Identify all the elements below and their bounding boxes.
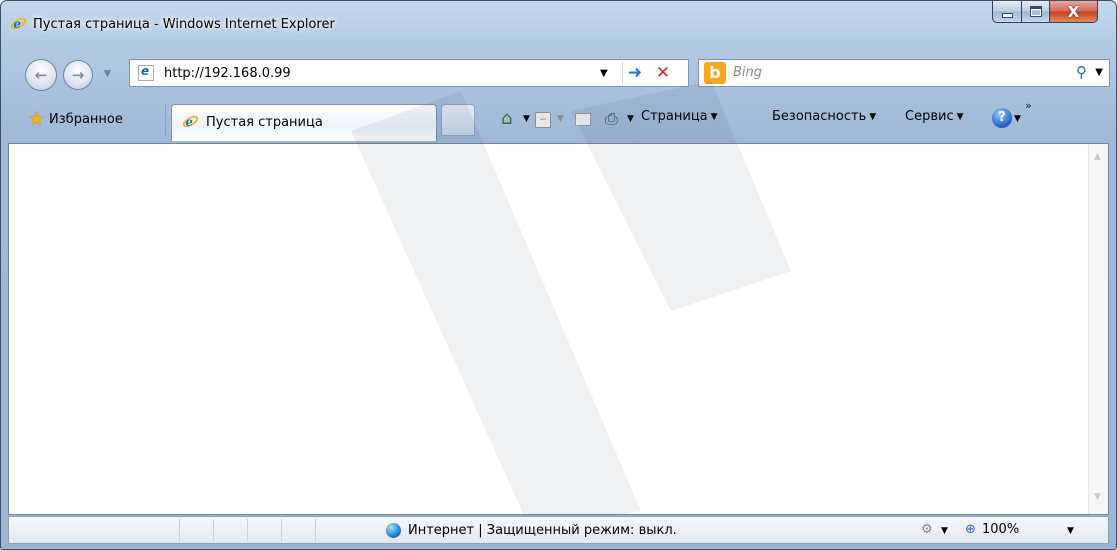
minimize-icon	[1001, 13, 1013, 18]
protected-mode-dropdown-icon[interactable]: ▼	[941, 526, 948, 536]
help-dropdown-icon[interactable]: ▼	[1014, 114, 1021, 124]
star-icon: ★	[28, 108, 46, 130]
chevron-down-icon: ▼	[869, 112, 877, 122]
new-tab-button[interactable]	[441, 104, 475, 136]
tab-blank-page[interactable]: e Пустая страница	[171, 104, 437, 141]
toolbar-overflow-icon[interactable]: »	[1025, 99, 1032, 112]
maximize-icon	[1029, 6, 1042, 17]
security-zone-text[interactable]: Интернет | Защищенный режим: выкл.	[408, 523, 677, 538]
tools-menu[interactable]: Сервис ▼	[905, 109, 964, 124]
scroll-down-icon[interactable]: ▼	[1094, 492, 1101, 502]
address-bar[interactable]: e http://192.168.0.99 ▼ ➜ ✕	[129, 59, 689, 87]
rss-feed-icon[interactable]: ∽	[535, 112, 551, 128]
svg-text:e: e	[185, 115, 193, 129]
page-icon: e	[138, 64, 154, 81]
internet-explorer-icon: e	[10, 17, 27, 31]
rss-dropdown-icon[interactable]: ▼	[557, 114, 564, 124]
status-cell	[282, 519, 316, 541]
search-box[interactable]: b Bing ⚲ ▼	[698, 59, 1110, 87]
search-input[interactable]: Bing	[733, 65, 762, 80]
history-dropdown-icon[interactable]: ▼	[104, 69, 111, 79]
minimize-button[interactable]	[992, 1, 1022, 23]
arrow-left-icon: ←	[34, 66, 48, 84]
globe-icon	[386, 523, 401, 538]
maximize-button[interactable]	[1022, 1, 1050, 23]
arrow-right-icon: →	[71, 66, 85, 84]
window-title: Пустая страница - Windows Internet Explo…	[33, 17, 335, 32]
search-icon[interactable]: ⚲	[1076, 63, 1087, 81]
zoom-level[interactable]: 100%	[982, 522, 1019, 537]
security-menu[interactable]: Безопасность ▼	[772, 109, 876, 124]
help-icon[interactable]: ?	[992, 108, 1012, 128]
print-icon[interactable]: ⎙	[605, 109, 618, 129]
svg-text:e: e	[13, 17, 21, 31]
caption-buttons: X	[992, 1, 1110, 23]
address-dropdown-icon[interactable]: ▼	[600, 68, 608, 79]
browser-window: e Пустая страница - Windows Internet Exp…	[0, 0, 1117, 550]
page-menu[interactable]: Страница ▼	[641, 109, 718, 124]
favorites-button[interactable]: ★ Избранное	[28, 108, 123, 130]
page-content[interactable]: ▲ ▼	[8, 143, 1109, 515]
print-dropdown-icon[interactable]: ▼	[627, 114, 634, 124]
stop-button[interactable]: ✕	[650, 62, 676, 84]
vertical-scrollbar[interactable]: ▲ ▼	[1088, 144, 1108, 514]
chevron-down-icon: ▼	[956, 112, 964, 122]
tools-menu-label: Сервис	[905, 109, 954, 124]
page-menu-label: Страница	[641, 109, 708, 124]
mail-icon[interactable]	[575, 113, 591, 126]
status-bar: Интернет | Защищенный режим: выкл. ⚙ ▼ ⊕…	[8, 516, 1109, 544]
address-input[interactable]: http://192.168.0.99	[164, 66, 291, 81]
go-button[interactable]: ➜	[622, 62, 647, 84]
favorites-label: Избранное	[49, 111, 123, 127]
close-button[interactable]: X	[1050, 1, 1098, 23]
title-bar[interactable]: e Пустая страница - Windows Internet Exp…	[1, 1, 1116, 41]
status-cell	[180, 519, 214, 541]
internet-explorer-icon: e	[182, 115, 199, 129]
scroll-up-icon[interactable]: ▲	[1094, 152, 1101, 162]
chevron-down-icon: ▼	[710, 112, 718, 122]
forward-button[interactable]: →	[63, 60, 93, 90]
bing-logo-icon: b	[704, 62, 726, 84]
security-menu-label: Безопасность	[772, 109, 867, 124]
tab-label: Пустая страница	[206, 115, 323, 130]
search-dropdown-icon[interactable]: ▼	[1095, 67, 1103, 78]
status-cell	[248, 519, 282, 541]
status-cell	[9, 519, 180, 541]
close-icon: X	[1067, 2, 1080, 21]
toolbar-divider	[165, 104, 166, 136]
status-cell	[214, 519, 248, 541]
home-dropdown-icon[interactable]: ▼	[523, 114, 530, 124]
zoom-dropdown-icon[interactable]: ▼	[1067, 526, 1074, 536]
protected-mode-icon[interactable]: ⚙	[921, 522, 933, 537]
zoom-icon[interactable]: ⊕	[965, 522, 976, 537]
home-icon[interactable]: ⌂	[501, 108, 512, 129]
back-button[interactable]: ←	[25, 59, 57, 91]
